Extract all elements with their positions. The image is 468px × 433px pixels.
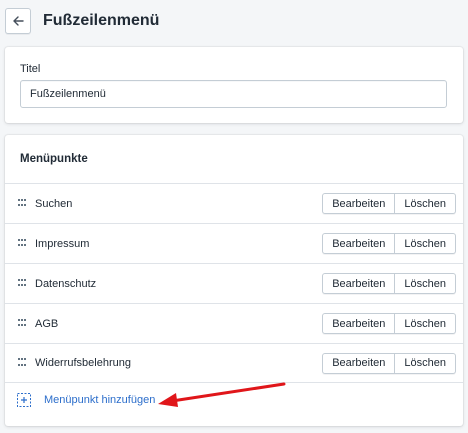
edit-button[interactable]: Bearbeiten (322, 352, 396, 374)
menu-items-list: Suchen Bearbeiten Löschen Impressum Bear… (5, 183, 463, 383)
menu-item-row: Impressum Bearbeiten Löschen (5, 223, 463, 263)
drag-handle-icon[interactable] (18, 198, 26, 209)
add-item-icon (17, 393, 31, 407)
edit-button[interactable]: Bearbeiten (322, 313, 396, 334)
delete-button[interactable]: Löschen (395, 352, 456, 374)
menu-item-label: AGB (35, 317, 59, 330)
menu-item-label: Impressum (35, 237, 90, 250)
title-card: Titel (5, 47, 463, 123)
menu-item-actions: Bearbeiten Löschen (322, 352, 456, 374)
delete-button[interactable]: Löschen (395, 233, 456, 254)
drag-handle-icon[interactable] (18, 238, 26, 249)
title-field-label: Titel (20, 63, 41, 75)
delete-button[interactable]: Löschen (395, 193, 456, 214)
menu-item-actions: Bearbeiten Löschen (322, 233, 456, 254)
drag-handle-icon[interactable] (18, 278, 26, 289)
add-menu-item-link[interactable]: Menüpunkt hinzufügen (17, 393, 155, 407)
menu-item-label: Suchen (35, 197, 73, 210)
menu-item-label: Widerrufsbelehrung (35, 357, 131, 369)
edit-button[interactable]: Bearbeiten (322, 193, 396, 214)
menu-item-row: Widerrufsbelehrung Bearbeiten Löschen (5, 343, 463, 383)
menu-item-actions: Bearbeiten Löschen (322, 273, 456, 294)
title-input[interactable] (20, 80, 447, 108)
menu-item-row: Datenschutz Bearbeiten Löschen (5, 263, 463, 303)
drag-handle-icon[interactable] (18, 358, 26, 368)
menu-item-label: Datenschutz (35, 277, 97, 290)
edit-button[interactable]: Bearbeiten (322, 233, 396, 254)
menu-items-card: Menüpunkte Suchen Bearbeiten Löschen Imp… (5, 135, 463, 426)
menu-item-actions: Bearbeiten Löschen (322, 193, 456, 214)
menu-items-heading: Menüpunkte (20, 153, 88, 165)
page-title: Fußzeilenmenü (43, 12, 160, 29)
delete-button[interactable]: Löschen (395, 313, 456, 334)
drag-handle-icon[interactable] (18, 318, 26, 329)
delete-button[interactable]: Löschen (395, 273, 456, 294)
page-header: Fußzeilenmenü (5, 6, 463, 36)
menu-item-row: Suchen Bearbeiten Löschen (5, 183, 463, 223)
arrow-left-icon (13, 16, 24, 26)
add-menu-item-label: Menüpunkt hinzufügen (44, 394, 156, 406)
menu-item-row: AGB Bearbeiten Löschen (5, 303, 463, 343)
edit-button[interactable]: Bearbeiten (322, 273, 396, 294)
menu-item-actions: Bearbeiten Löschen (322, 313, 456, 334)
back-button[interactable] (5, 8, 31, 34)
